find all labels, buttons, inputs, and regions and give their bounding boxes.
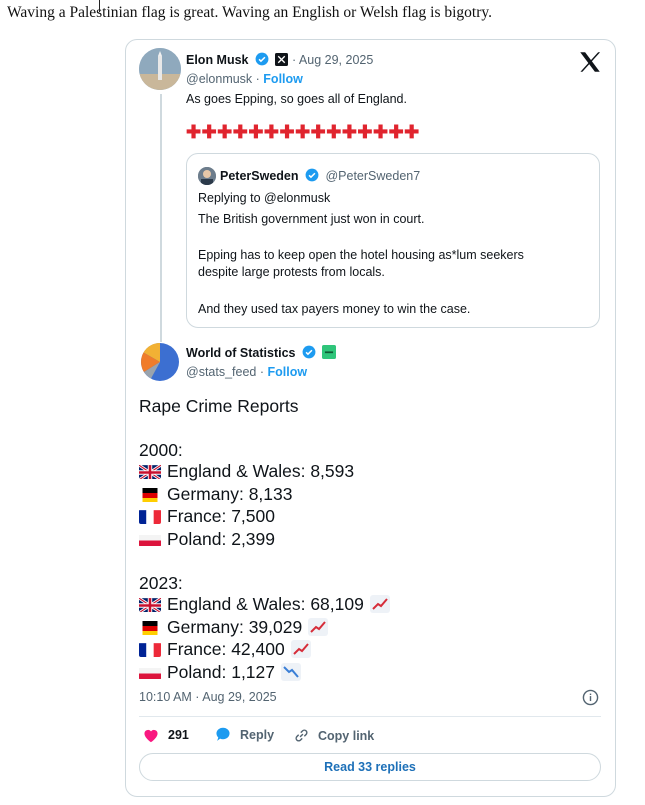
flag-uk-icon bbox=[139, 597, 161, 612]
stats-2000-row: France: 7,500 bbox=[139, 506, 275, 527]
quoted-author-name: PeterSweden bbox=[220, 169, 299, 183]
flag-pl-icon bbox=[139, 532, 161, 547]
quoted-line-1: The British government just won in court… bbox=[198, 212, 425, 226]
stats-2000-row-text: Germany: 8,133 bbox=[167, 483, 293, 504]
copy-link-button[interactable]: Copy link bbox=[293, 727, 374, 744]
flag-fr-icon bbox=[139, 509, 161, 524]
follow-button-2[interactable]: Follow bbox=[267, 365, 307, 379]
heart-icon bbox=[144, 729, 158, 743]
reply-label: Reply bbox=[240, 728, 275, 742]
stats-2023-row: Germany: 39,029 bbox=[139, 616, 329, 641]
like-button[interactable]: 291 bbox=[142, 727, 189, 743]
quoted-line-3: despite large protests from locals. bbox=[198, 265, 385, 279]
like-count: 291 bbox=[168, 728, 189, 742]
year-2000-label: 2000: bbox=[139, 440, 183, 460]
page-caption: Waving a Palestinian flag is great. Wavi… bbox=[7, 4, 492, 21]
post-timestamp[interactable]: 10:10 AM · Aug 29, 2025 bbox=[139, 690, 277, 704]
stats-2023-row-text: England & Wales: 68,109 bbox=[167, 594, 364, 614]
st-george-crosses: ✚✚✚✚✚✚✚✚✚✚✚✚✚✚✚ bbox=[186, 122, 420, 142]
year-2023-label: 2023: bbox=[139, 573, 183, 593]
elon-avatar[interactable] bbox=[139, 48, 181, 90]
reply-author-name[interactable]: World of Statistics bbox=[186, 345, 337, 360]
verified-badge-icon bbox=[302, 345, 316, 359]
stats-avatar[interactable] bbox=[139, 341, 181, 383]
chart-increasing-icon bbox=[308, 617, 329, 641]
chart-increasing-icon bbox=[369, 595, 390, 618]
quoted-line-4: And they used tax payers money to win th… bbox=[198, 302, 471, 316]
verified-badge-icon bbox=[305, 168, 319, 182]
tweet-handle[interactable]: @elonmusk bbox=[186, 72, 252, 86]
copy-link-label: Copy link bbox=[318, 729, 375, 743]
quoted-handle: @PeterSweden7 bbox=[325, 169, 421, 183]
replying-to: Replying to @elonmusk bbox=[198, 191, 331, 205]
stats-title: Rape Crime Reports bbox=[139, 396, 299, 416]
quoted-author: PeterSweden @PeterSweden7 bbox=[220, 168, 420, 183]
reply-button[interactable]: Reply bbox=[214, 727, 274, 743]
info-icon[interactable] bbox=[582, 689, 599, 706]
chart-badge-icon bbox=[322, 345, 337, 359]
stats-2023-row: England & Wales: 68,109 bbox=[139, 594, 390, 618]
stats-2000-row-text: England & Wales: 8,593 bbox=[167, 461, 355, 481]
stats-2000-row-text: France: 7,500 bbox=[167, 506, 275, 526]
author-name-text: Elon Musk bbox=[186, 53, 249, 67]
chart-decreasing-icon bbox=[281, 662, 302, 686]
tweet-handle-line: @elonmusk · Follow bbox=[186, 72, 303, 86]
tweet-date[interactable]: Aug 29, 2025 bbox=[299, 53, 373, 67]
stats-2000-row: England & Wales: 8,593 bbox=[139, 461, 354, 482]
stats-2000-row-text: Poland: 2,399 bbox=[167, 528, 276, 549]
reply-handle-line: @stats_feed · Follow bbox=[186, 365, 308, 379]
reply-handle[interactable]: @stats_feed bbox=[186, 365, 256, 379]
action-divider bbox=[139, 716, 601, 717]
thread-connector-line bbox=[160, 94, 162, 342]
x-affiliate-badge-icon bbox=[275, 53, 289, 66]
tweet-text: As goes Epping, so goes all of England. bbox=[186, 92, 407, 106]
flag-pl-icon bbox=[139, 665, 161, 680]
text-cursor bbox=[99, 0, 100, 12]
stats-2023-row-text: Poland: 1,127 bbox=[167, 661, 276, 682]
stats-2000-row: Germany: 8,133 bbox=[139, 484, 292, 505]
stats-2000-row: Poland: 2,399 bbox=[139, 529, 275, 550]
read-replies-button[interactable]: Read 33 replies bbox=[139, 753, 601, 781]
petersweden-avatar bbox=[198, 167, 216, 185]
stats-2023-row-text: France: 42,400 bbox=[167, 639, 285, 659]
link-icon bbox=[295, 729, 308, 742]
reply-bubble-icon bbox=[216, 727, 230, 741]
stats-2023-row: France: 42,400 bbox=[139, 639, 311, 663]
reply-author-text: World of Statistics bbox=[186, 346, 296, 360]
flag-de-icon bbox=[139, 487, 161, 502]
x-logo-icon[interactable] bbox=[577, 49, 603, 75]
flag-de-icon bbox=[139, 620, 161, 635]
stats-2023-row-text: Germany: 39,029 bbox=[167, 616, 303, 637]
quoted-line-2: Epping has to keep open the hotel housin… bbox=[198, 248, 524, 262]
flag-uk-icon bbox=[139, 464, 161, 479]
verified-badge-icon bbox=[255, 52, 269, 66]
follow-button[interactable]: Follow bbox=[263, 72, 303, 86]
chart-increasing-icon bbox=[290, 640, 311, 663]
flag-fr-icon bbox=[139, 642, 161, 657]
stats-2023-row: Poland: 1,127 bbox=[139, 661, 302, 686]
tweet-author-name[interactable]: Elon Musk · Aug 29, 2025 bbox=[186, 52, 373, 67]
